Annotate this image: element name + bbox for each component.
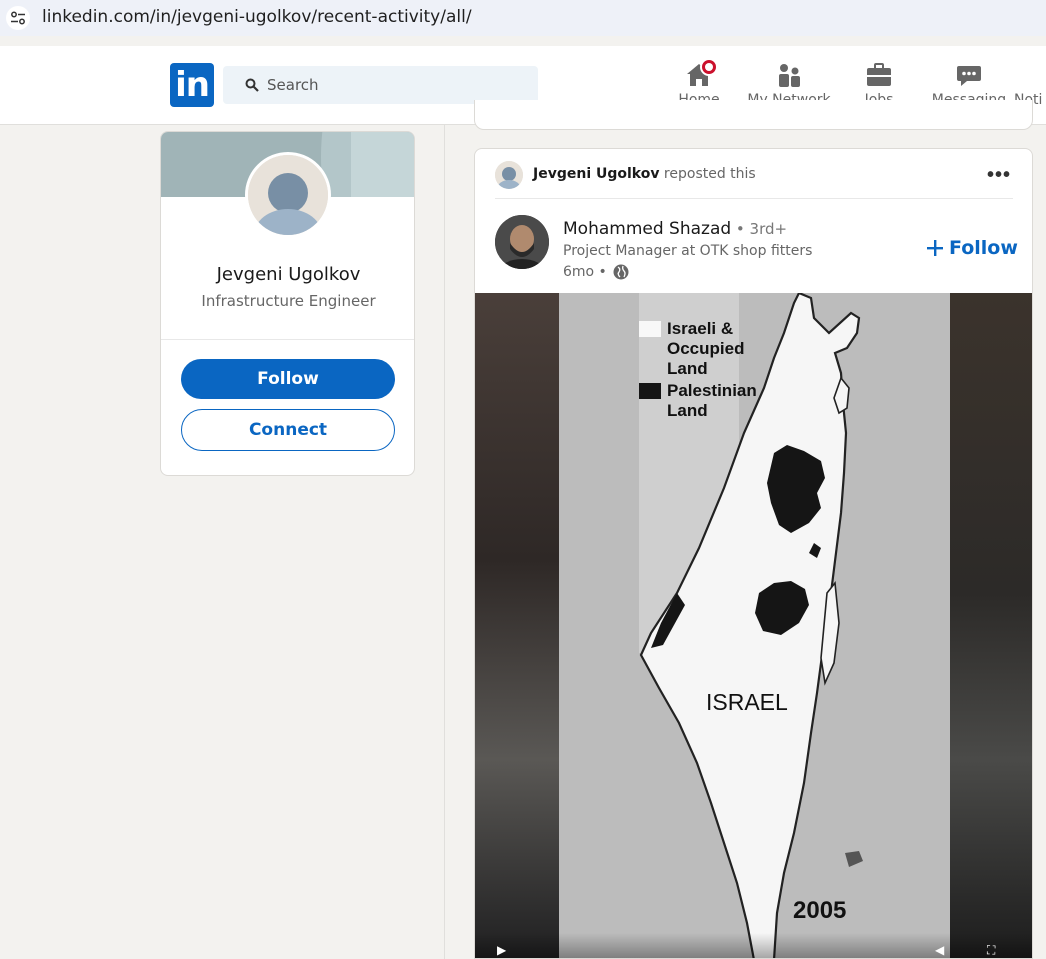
search-icon — [245, 78, 259, 92]
column-divider — [444, 125, 445, 959]
author-name[interactable]: Mohammed Shazad — [563, 219, 731, 239]
author-avatar[interactable] — [495, 215, 549, 269]
feed-post: Jevgeni Ugolkov reposted this ••• Mohamm… — [474, 148, 1033, 959]
site-settings-icon[interactable] — [6, 6, 30, 30]
connection-degree: • 3rd+ — [731, 220, 788, 238]
post-follow-label: Follow — [949, 237, 1018, 259]
repost-header: Jevgeni Ugolkov reposted this ••• — [495, 161, 1013, 199]
post-follow-button[interactable]: Follow — [927, 237, 1018, 259]
post-video[interactable]: Israeli & Occupied Land Palestinian Land… — [475, 293, 1032, 958]
profile-name[interactable]: Jevgeni Ugolkov — [161, 264, 414, 285]
search-input[interactable] — [267, 72, 527, 98]
address-url[interactable]: linkedin.com/in/jevgeni-ugolkov/recent-a… — [42, 7, 472, 27]
reposter-avatar[interactable] — [495, 161, 523, 189]
video-background-left — [475, 293, 559, 958]
legend-palestinian-land: Palestinian Land — [667, 381, 757, 420]
legend-israeli-land: Israeli & Occupied Land — [667, 319, 745, 378]
author-headline: Project Manager at OTK shop fitters — [563, 243, 813, 259]
legend-swatch-black — [639, 383, 661, 399]
profile-card: Jevgeni Ugolkov Infrastructure Engineer … — [160, 131, 415, 476]
play-icon[interactable]: ▶ — [497, 943, 506, 957]
post-timestamp: 6mo • — [563, 264, 629, 280]
fullscreen-icon[interactable]: ⛶ — [987, 943, 995, 958]
profile-avatar[interactable] — [245, 152, 331, 238]
map-year-label: 2005 — [793, 897, 847, 924]
map-image: Israeli & Occupied Land Palestinian Land… — [559, 293, 950, 958]
previous-post-card — [474, 100, 1033, 130]
globe-icon — [613, 264, 629, 280]
repost-text: Jevgeni Ugolkov reposted this — [533, 166, 756, 182]
search-box[interactable] — [223, 66, 538, 104]
browser-address-bar: linkedin.com/in/jevgeni-ugolkov/recent-a… — [0, 0, 1046, 36]
bell-icon — [1014, 75, 1015, 76]
notification-badge — [700, 58, 718, 76]
profile-headline: Infrastructure Engineer — [201, 292, 376, 310]
author-name-line: Mohammed Shazad • 3rd+ — [563, 219, 787, 239]
video-controls: ▶ ◀ ⛶ — [475, 933, 1032, 958]
messaging-icon — [957, 66, 981, 86]
video-background-right — [950, 293, 1032, 958]
linkedin-logo[interactable]: in — [170, 63, 214, 107]
card-divider — [161, 339, 414, 340]
legend-swatch-white — [639, 321, 661, 337]
network-icon — [779, 64, 800, 87]
profile-connect-button[interactable]: Connect — [181, 409, 395, 451]
more-options-button[interactable]: ••• — [985, 161, 1013, 189]
plus-icon — [927, 240, 943, 256]
volume-icon[interactable]: ◀ — [935, 943, 944, 957]
briefcase-icon — [867, 63, 891, 86]
repost-suffix: reposted this — [659, 166, 756, 182]
reposter-name[interactable]: Jevgeni Ugolkov — [533, 166, 659, 182]
profile-follow-button[interactable]: Follow — [181, 359, 395, 399]
map-region-label: ISRAEL — [706, 689, 788, 715]
post-time: 6mo • — [563, 264, 607, 280]
